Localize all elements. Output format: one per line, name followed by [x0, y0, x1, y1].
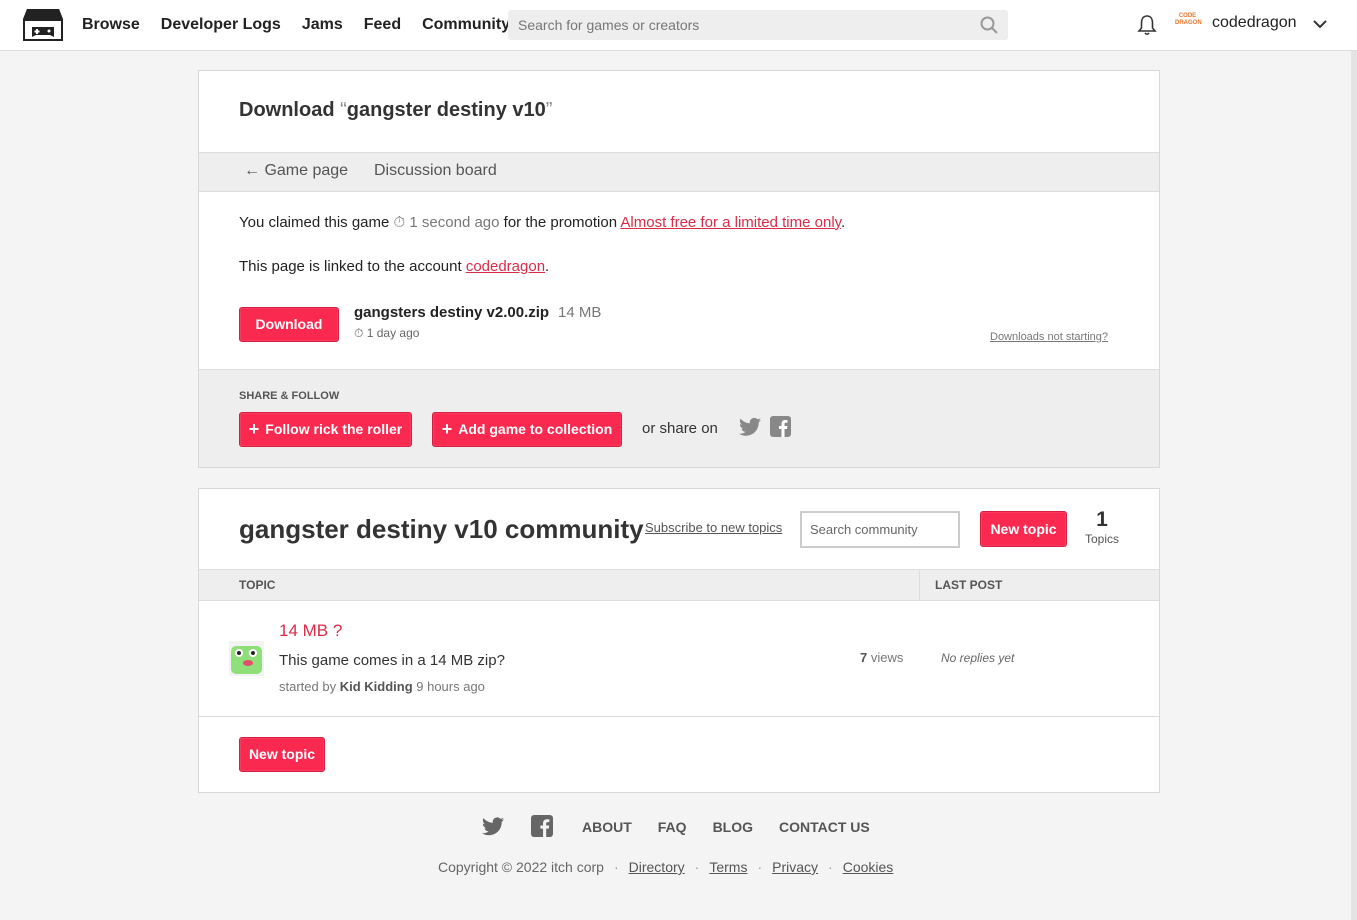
file-date: ⏱ 1 day ago	[354, 326, 420, 340]
download-button[interactable]: Download	[239, 307, 339, 342]
community-title: gangster destiny v10 community	[239, 514, 644, 544]
plus-icon: +	[441, 419, 453, 439]
discussion-board-link[interactable]: Discussion board	[374, 162, 497, 180]
game-page-link[interactable]: ← Game page	[244, 162, 348, 180]
downloads-not-starting-link[interactable]: Downloads not starting?	[990, 331, 1108, 343]
cookies-link[interactable]: Cookies	[843, 859, 894, 875]
topic-title-link[interactable]: 14 MB ?	[279, 621, 342, 641]
bell-icon[interactable]	[1137, 14, 1157, 36]
search-input[interactable]	[508, 10, 978, 40]
footer-blog-link[interactable]: BLOG	[713, 819, 753, 835]
share-heading: SHARE & FOLLOW	[239, 390, 340, 402]
username[interactable]: codedragon	[1212, 14, 1297, 32]
file-name: gangsters destiny v2.00.zip	[354, 304, 550, 321]
topic-excerpt: This game comes in a 14 MB zip?	[279, 652, 505, 669]
footer-links: ABOUT FAQ BLOG CONTACT US	[582, 819, 896, 835]
topics-table-header: TOPIC LAST POST	[199, 569, 1159, 601]
search-icon[interactable]	[980, 16, 998, 34]
new-topic-button-bottom[interactable]: New topic	[239, 737, 325, 772]
follow-button[interactable]: + Follow rick the roller	[239, 412, 412, 447]
directory-link[interactable]: Directory	[629, 859, 685, 875]
table-row: 14 MB ? This game comes in a 14 MB zip? …	[199, 601, 1159, 717]
share-follow-section: SHARE & FOLLOW + Follow rick the roller +…	[199, 369, 1159, 467]
terms-link[interactable]: Terms	[709, 859, 747, 875]
footer-faq-link[interactable]: FAQ	[658, 819, 687, 835]
nav-feed[interactable]: Feed	[364, 16, 401, 34]
top-navigation-bar: Browse Developer Logs Jams Feed Communit…	[0, 0, 1357, 51]
promotion-link[interactable]: Almost free for a limited time only	[620, 214, 841, 231]
twitter-icon[interactable]	[482, 817, 504, 836]
linked-account-notice: This page is linked to the account coded…	[239, 258, 550, 275]
topic-count: 1 Topics	[1084, 508, 1119, 546]
frog-avatar-icon[interactable]	[229, 641, 264, 676]
new-topic-button[interactable]: New topic	[980, 511, 1067, 547]
copyright-bar: Copyright © 2022 itch corp · Directory · Ter…	[438, 859, 894, 875]
footer-about-link[interactable]: ABOUT	[582, 819, 632, 835]
stopwatch-icon: ⏱	[393, 214, 406, 231]
claim-notice: You claimed this game ⏱ 1 second ago for…	[239, 214, 846, 231]
main-nav: Browse Developer Logs Jams Feed Communit…	[82, 0, 510, 50]
nav-browse[interactable]: Browse	[82, 16, 140, 34]
facebook-icon[interactable]	[531, 815, 553, 837]
footer-contact-link[interactable]: CONTACT US	[779, 819, 870, 835]
account-link[interactable]: codedragon	[466, 258, 545, 275]
avatar[interactable]: CODE DRAGON	[1175, 13, 1202, 35]
twitter-icon[interactable]	[739, 417, 761, 437]
community-panel: gangster destiny v10 community Subscribe…	[198, 488, 1160, 793]
subscribe-link[interactable]: Subscribe to new topics	[645, 520, 782, 535]
nav-jams[interactable]: Jams	[302, 16, 343, 34]
column-divider	[919, 570, 920, 600]
page-title: Download “gangster destiny v10”	[239, 99, 553, 121]
download-panel: Download “gangster destiny v10” ← Game p…	[198, 70, 1160, 468]
chevron-down-icon[interactable]	[1312, 16, 1328, 32]
topic-last-post: No replies yet	[941, 651, 1015, 665]
topic-author[interactable]: Kid Kidding	[340, 679, 413, 694]
add-to-collection-button[interactable]: + Add game to collection	[432, 412, 622, 447]
sub-navigation: ← Game page Discussion board	[199, 152, 1159, 192]
game-name: gangster destiny v10	[346, 99, 546, 121]
community-search-input[interactable]	[800, 511, 960, 548]
topic-views: 7 views	[860, 650, 904, 665]
privacy-link[interactable]: Privacy	[772, 859, 818, 875]
topic-meta: started by Kid Kidding 9 hours ago	[279, 679, 485, 694]
share-on-label: or share on	[642, 420, 718, 437]
nav-community[interactable]: Community	[422, 16, 510, 34]
itch-logo-icon[interactable]	[23, 7, 63, 44]
copyright-text: Copyright © 2022 itch corp	[438, 859, 604, 875]
column-last-post: LAST POST	[935, 578, 1003, 592]
nav-developer-logs[interactable]: Developer Logs	[161, 16, 281, 34]
stopwatch-icon: ⏱	[354, 326, 364, 340]
facebook-icon[interactable]	[770, 416, 791, 437]
scrollbar[interactable]	[1351, 51, 1357, 920]
plus-icon: +	[248, 419, 260, 439]
file-size: 14 MB	[558, 304, 602, 321]
search-bar	[508, 10, 1008, 40]
column-topic: TOPIC	[239, 578, 276, 592]
